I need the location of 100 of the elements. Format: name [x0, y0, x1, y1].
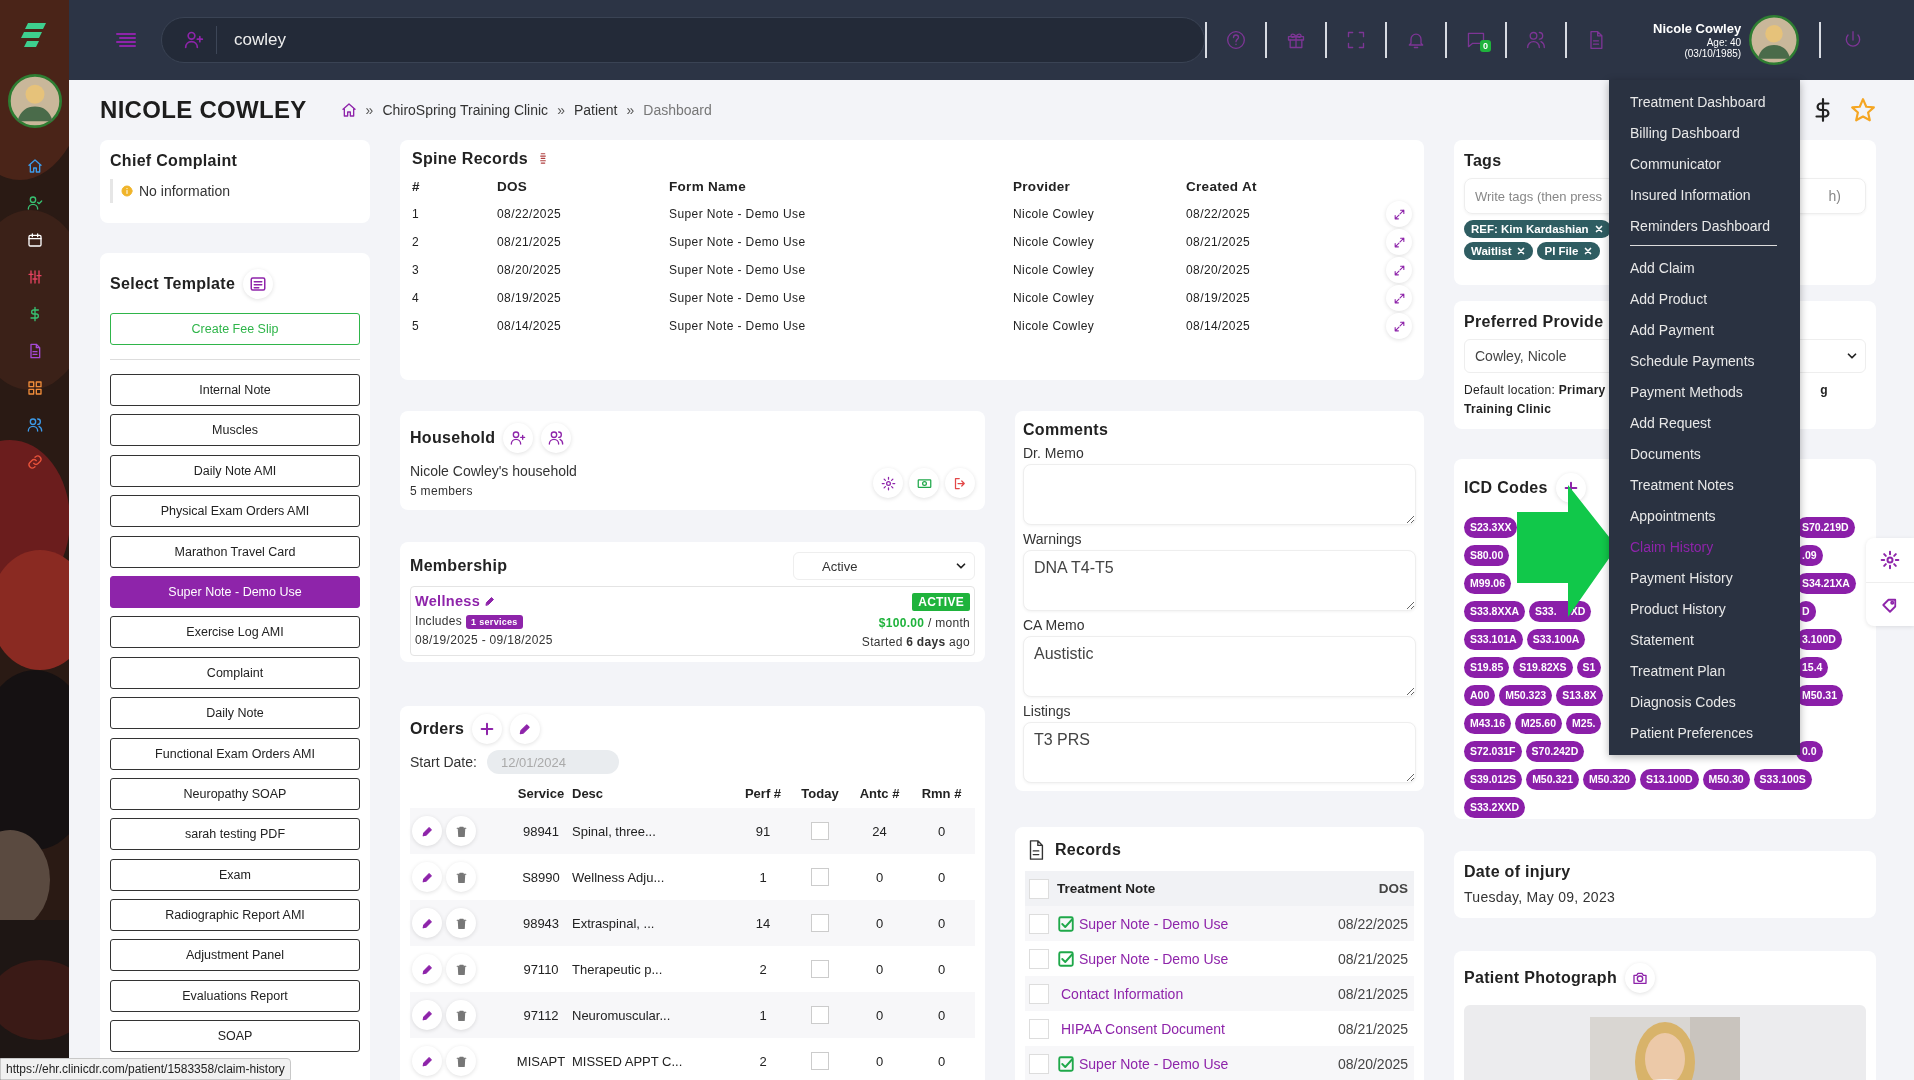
- column-header: Today: [800, 785, 840, 801]
- code-chip: S80.00: [1464, 544, 1510, 566]
- column-header: #: [412, 178, 421, 194]
- field-label: Warnings: [1023, 531, 1083, 547]
- code-chip: S13.8X: [1556, 684, 1603, 706]
- column-header: Desc: [572, 785, 605, 801]
- table-cell-text: 08/21/2025: [497, 235, 563, 249]
- record-date: 08/21/2025: [1337, 950, 1408, 967]
- user-name: Nicole Cowley: [1653, 21, 1742, 37]
- user-age: Age: 40: [1706, 37, 1742, 48]
- table-cell-text: MISSED APPT C...: [572, 1053, 684, 1069]
- card-title: Preferred Provide: [1464, 313, 1604, 331]
- location-text: Default location: Primary: [1464, 383, 1606, 397]
- table-cell-text: 08/19/2025: [1186, 291, 1252, 305]
- card-title: Comments: [1023, 421, 1109, 439]
- code-chip: M50.321: [1526, 768, 1579, 790]
- status-url: https://ehr.clinicdr.com/patient/1583358/claim-history: [6, 1062, 285, 1076]
- table-cell-text: Super Note - Demo Use: [669, 207, 807, 221]
- code-chip: S1: [1576, 656, 1602, 678]
- card-title: Household: [410, 429, 496, 447]
- table-cell-text: 24: [871, 823, 888, 839]
- record-date: 08/22/2025: [1337, 915, 1408, 932]
- table-cell-text: Wellness Adju...: [572, 869, 666, 885]
- status-badge: ACTIVE: [912, 593, 970, 611]
- code-chip: S19.82XS: [1513, 656, 1573, 678]
- table-cell-text: 0: [936, 1053, 947, 1069]
- table-cell-text: Nicole Cowley: [1013, 319, 1096, 333]
- services-badge: 1 services: [466, 615, 523, 629]
- code-chip: M25.: [1566, 712, 1602, 734]
- table-cell-text: 0: [874, 961, 885, 977]
- record-date: 08/21/2025: [1337, 1020, 1408, 1037]
- table-cell-text: 91: [754, 823, 772, 839]
- member-count: 5 members: [410, 484, 474, 498]
- count-badge: 0: [1480, 40, 1491, 52]
- price-period: / month: [927, 616, 970, 630]
- code-chip: S33.100A: [1526, 628, 1586, 650]
- column-header: Created At: [1186, 178, 1258, 194]
- column-header: Service: [516, 785, 566, 801]
- column-header: Antc #: [858, 785, 901, 801]
- card-title: Chief Complaint: [110, 152, 238, 170]
- field-label: CA Memo: [1023, 617, 1086, 633]
- table-cell-text: 97112: [522, 1007, 560, 1023]
- table-cell-text: 08/20/2025: [497, 263, 563, 277]
- table-cell-text: Spinal, three...: [572, 823, 657, 839]
- location-fragment: g: [1820, 383, 1828, 397]
- column-header: Rmn #: [920, 785, 963, 801]
- patient-name: NICOLE COWLEY: [100, 96, 307, 124]
- start-date-label: Start Date:: [410, 754, 477, 770]
- card-title: ICD Codes: [1464, 479, 1548, 497]
- column-header: DOS: [1378, 881, 1408, 896]
- card-title: Membership: [410, 557, 508, 575]
- table-cell-text: 08/22/2025: [497, 207, 563, 221]
- code-chip: S70.242D: [1525, 740, 1585, 762]
- table-cell-text: Super Note - Demo Use: [669, 235, 807, 249]
- table-cell-text: 0: [936, 869, 947, 885]
- table-cell-text: MISAPT: [515, 1053, 567, 1069]
- table-cell-text: 0: [936, 961, 947, 977]
- code-chip: M25.60: [1515, 712, 1563, 734]
- table-cell-text: 0: [874, 1053, 885, 1069]
- record-date: 08/20/2025: [1337, 1055, 1408, 1072]
- code-chip: S33.8XXA: [1464, 600, 1526, 622]
- field-label: Dr. Memo: [1023, 445, 1085, 461]
- complaint-text: No information: [139, 183, 231, 199]
- table-cell-text: 5: [412, 319, 421, 333]
- code-chip: M50.30: [1702, 768, 1750, 790]
- breadcrumb-current: Dashboard: [643, 102, 712, 118]
- code-chip: A00: [1464, 684, 1496, 706]
- code-chip: S19.85: [1464, 656, 1510, 678]
- code-chip: S39.012S: [1464, 768, 1523, 790]
- code-chip: M43.16: [1464, 712, 1512, 734]
- household-name: Nicole Cowley's household: [410, 463, 577, 479]
- table-cell-text: Super Note - Demo Use: [669, 291, 807, 305]
- table-cell-text: S8990: [521, 869, 561, 885]
- table-cell-text: 0: [936, 1007, 947, 1023]
- code-chip: S33.2XXD: [1464, 796, 1526, 818]
- code-chip: S13.100D: [1639, 768, 1699, 790]
- column-header: Provider: [1013, 178, 1072, 194]
- table-cell-text: Nicole Cowley: [1013, 263, 1096, 277]
- table-cell-text: 1: [758, 1007, 768, 1023]
- table-cell-text: 08/19/2025: [497, 291, 563, 305]
- column-header: DOS: [497, 178, 529, 194]
- table-cell-text: 98943: [521, 915, 561, 931]
- table-cell-text: 0: [874, 869, 885, 885]
- record-date: 08/21/2025: [1337, 985, 1408, 1002]
- code-chip: S23.3XX: [1464, 516, 1518, 538]
- table-cell-text: 08/21/2025: [1186, 235, 1252, 249]
- card-title: Records: [1055, 841, 1122, 859]
- field-label: Listings: [1023, 703, 1072, 719]
- table-cell-text: Nicole Cowley: [1013, 291, 1096, 305]
- table-cell-text: 1: [412, 207, 421, 221]
- breadcrumb-separator: »: [557, 102, 565, 118]
- table-cell-text: Nicole Cowley: [1013, 207, 1096, 221]
- table-cell-text: 2: [758, 961, 768, 977]
- table-cell-text: Super Note - Demo Use: [669, 263, 807, 277]
- card-title: Orders: [410, 720, 465, 738]
- card-title: Select Template: [110, 275, 236, 293]
- table-cell-text: 0: [874, 915, 885, 931]
- code-chip: M50.323: [1499, 684, 1553, 706]
- table-cell-text: 0: [874, 1007, 885, 1023]
- table-cell-text: Nicole Cowley: [1013, 235, 1096, 249]
